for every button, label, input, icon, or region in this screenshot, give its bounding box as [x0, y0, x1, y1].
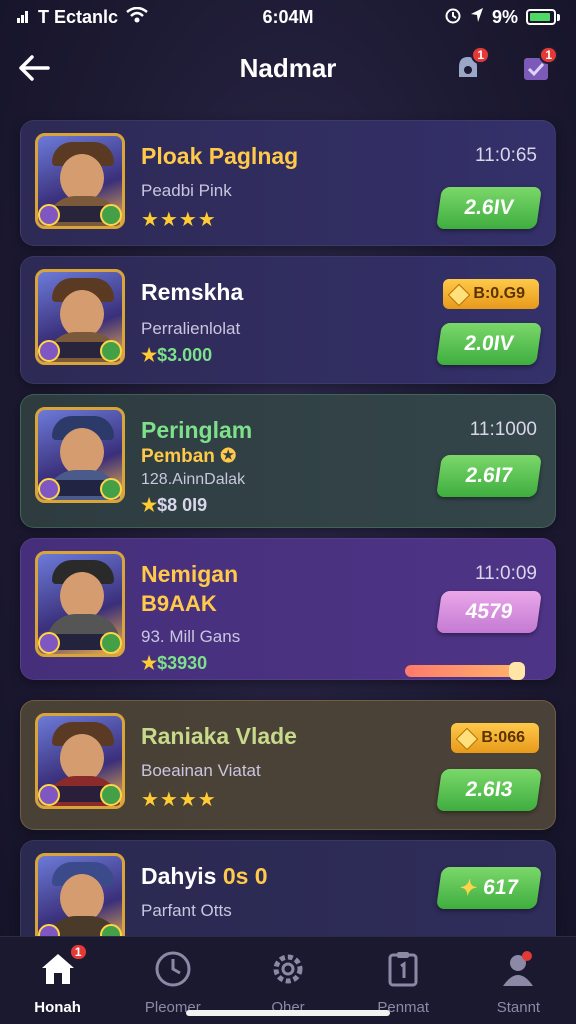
- wifi-icon: [126, 6, 148, 28]
- item-subtitle: Parfant Otts: [141, 901, 232, 920]
- notification-badge: 1: [471, 46, 490, 64]
- star-rating: ★★★★: [141, 209, 217, 231]
- item-subtitle: Peadbi Pink: [141, 181, 232, 200]
- page-title: Nadmar: [239, 52, 337, 83]
- star-rating: ★★★★: [141, 789, 217, 811]
- avatar: [35, 133, 125, 229]
- list-item[interactable]: Nemigan B9AAK 93. Mill Gans ★$3930 11:0:…: [20, 538, 556, 680]
- item-subtitle: 93. Mill Gans: [141, 627, 241, 646]
- item-time: 11:0:65: [475, 145, 537, 166]
- battery-percent: 9%: [491, 6, 518, 27]
- status-bar: T Ectanlc 6:04M 9%: [0, 0, 576, 34]
- progress-knob[interactable]: [508, 662, 525, 680]
- avatar: [35, 713, 125, 809]
- gear-icon: [268, 949, 308, 989]
- avatar: [35, 407, 125, 503]
- player-list: Ploak Paglnag Peadbi Pink ★★★★ 11:0:65 2…: [0, 104, 576, 936]
- item-code: B9AAK: [141, 591, 217, 616]
- medal-icon: ✪: [220, 446, 237, 467]
- star-icon: ★: [141, 653, 158, 673]
- home-indicator[interactable]: [186, 1010, 390, 1016]
- tab-home[interactable]: 1 Honah: [0, 937, 115, 1024]
- location-icon: [470, 7, 484, 28]
- tasks-button[interactable]: 1: [516, 46, 558, 88]
- item-amount: ★$8 0I9: [141, 495, 208, 515]
- battery-icon: [526, 9, 560, 25]
- item-subtitle: Boeainan Viatat: [141, 761, 261, 780]
- star-icon: ★: [141, 345, 158, 365]
- list-item[interactable]: Raniaka Vlade Boeainan Viatat ★★★★ B:066…: [20, 700, 556, 830]
- item-tag: B:0.G9: [443, 279, 539, 309]
- item-time: 11:0:09: [475, 563, 537, 584]
- item-amount: ★$3930: [141, 653, 208, 673]
- item-action-button[interactable]: 2.6IV: [436, 187, 542, 229]
- item-action-button[interactable]: ✦ 617: [436, 867, 542, 909]
- signal-icon: [16, 7, 30, 28]
- list-item[interactable]: Dahyis 0s 0 Parfant Otts ✦ 617: [20, 840, 556, 936]
- clipboard-icon: [383, 949, 423, 989]
- item-subtitle: 128.AinnDalak: [141, 471, 246, 488]
- header: Nadmar 1 1: [0, 36, 576, 100]
- progress-bar: [405, 662, 525, 680]
- back-button[interactable]: [16, 50, 52, 86]
- list-item[interactable]: Remskha Perralienlolat ★$3.000 B:0.G9 2.…: [20, 256, 556, 384]
- home-badge: 1: [68, 943, 88, 961]
- avatar: [35, 853, 125, 936]
- avatar: [35, 269, 125, 365]
- alarm-icon: [444, 6, 462, 29]
- profile-icon: [498, 949, 538, 989]
- clock-icon: [153, 949, 193, 989]
- notification-button[interactable]: 1: [448, 46, 490, 88]
- item-time: 11:1000: [469, 419, 537, 440]
- item-amount: ★$3.000: [141, 345, 213, 365]
- tasks-badge: 1: [539, 46, 558, 64]
- item-name: Dahyis 0s 0: [141, 863, 268, 889]
- tab-label: Stannt: [496, 999, 541, 1016]
- carrier-label: T Ectanlc: [38, 6, 119, 27]
- tab-profile[interactable]: Stannt: [461, 937, 576, 1024]
- clock-time: 6:04M: [262, 6, 314, 27]
- item-action-button[interactable]: 2.0IV: [436, 323, 542, 365]
- list-item[interactable]: Ploak Paglnag Peadbi Pink ★★★★ 11:0:65 2…: [20, 120, 556, 246]
- item-action-button[interactable]: 2.6I7: [436, 455, 542, 497]
- item-name: Peringlam: [141, 417, 253, 443]
- item-tag: B:066: [451, 723, 539, 753]
- star-icon: ★: [141, 495, 158, 515]
- item-name: Ploak Paglnag: [141, 143, 299, 169]
- list-item[interactable]: Peringlam Pemban ✪ 128.AinnDalak ★$8 0I9…: [20, 394, 556, 528]
- home-icon: 1: [38, 943, 88, 989]
- item-action-button[interactable]: 4579: [436, 591, 542, 633]
- avatar: [35, 551, 125, 657]
- item-name: Nemigan: [141, 561, 239, 587]
- key-icon: ✦: [458, 876, 479, 900]
- back-arrow-icon: [19, 55, 50, 81]
- item-rank: Pemban ✪: [141, 446, 237, 467]
- tab-label: Honah: [34, 999, 81, 1016]
- item-name: Remskha: [141, 279, 244, 305]
- item-subtitle: Perralienlolat: [141, 319, 241, 338]
- item-action-button[interactable]: 2.6I3: [436, 769, 542, 811]
- item-name: Raniaka Vlade: [141, 723, 297, 749]
